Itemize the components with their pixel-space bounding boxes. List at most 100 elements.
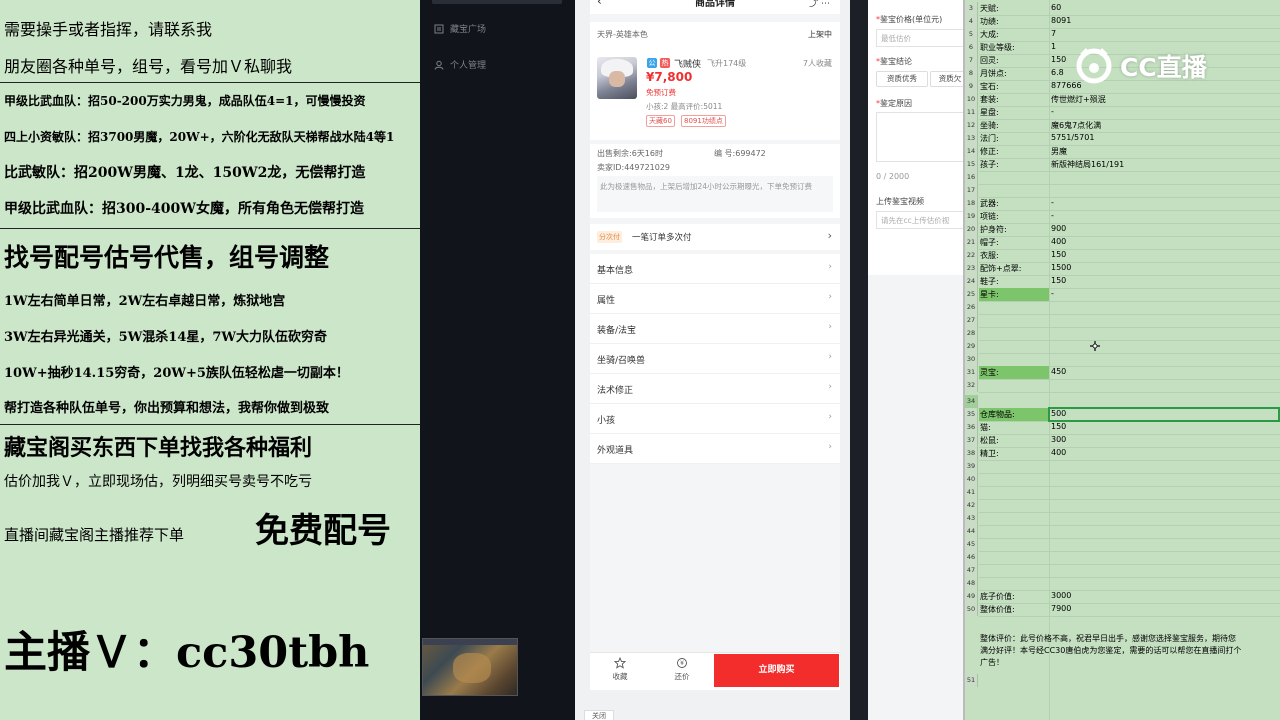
close-button[interactable]: 关闭 xyxy=(584,710,614,720)
row-number[interactable]: 43 xyxy=(965,512,978,525)
cell-label[interactable]: 猫: xyxy=(980,422,991,433)
row-number[interactable]: 17 xyxy=(965,184,978,197)
cell-label[interactable]: 松鼠: xyxy=(980,435,999,446)
row-number[interactable]: 32 xyxy=(965,379,978,392)
cell-value[interactable]: 900 xyxy=(1051,224,1066,233)
row-number[interactable]: 48 xyxy=(965,577,978,590)
row-number[interactable]: 15 xyxy=(965,158,978,171)
cell-label[interactable]: 衣服: xyxy=(980,250,999,261)
cell-label[interactable]: 法门: xyxy=(980,133,999,144)
row-number[interactable]: 23 xyxy=(965,262,978,275)
row-number[interactable]: 28 xyxy=(965,327,978,340)
cell-value[interactable]: 6.8 xyxy=(1051,68,1064,77)
bargain-button[interactable]: ¥ 还价 xyxy=(652,657,712,682)
favorite-button[interactable]: 收藏 xyxy=(590,657,650,682)
row-number[interactable]: 8 xyxy=(965,67,978,80)
row-number[interactable]: 20 xyxy=(965,223,978,236)
installment-row[interactable]: 分次付 一笔订单多次付 › xyxy=(590,224,840,250)
row-number[interactable]: 31 xyxy=(965,366,978,379)
row-number[interactable]: 14 xyxy=(965,145,978,158)
cell-value[interactable]: 5751/5701 xyxy=(1051,133,1094,142)
share-icon[interactable]: ⤴ ⋯ xyxy=(809,0,830,9)
row-number[interactable]: 7 xyxy=(965,54,978,67)
cell-value[interactable]: 150 xyxy=(1051,55,1066,64)
game-thumbnail[interactable] xyxy=(422,638,518,696)
cell-value[interactable]: 450 xyxy=(1051,367,1066,376)
row-number[interactable]: 46 xyxy=(965,551,978,564)
cell-label[interactable]: 宝石: xyxy=(980,81,999,92)
cell-value[interactable]: 150 xyxy=(1051,250,1066,259)
cell-label[interactable]: 精卫: xyxy=(980,448,999,459)
cell-label[interactable]: 套装: xyxy=(980,94,999,105)
cell-label[interactable]: 月饼点: xyxy=(980,68,1007,79)
cell-label[interactable]: 武器: xyxy=(980,198,999,209)
row-number[interactable]: 30 xyxy=(965,353,978,366)
cell-label[interactable]: 星盘: xyxy=(980,107,999,118)
cell-label[interactable]: 坐骑: xyxy=(980,120,999,131)
menu-equipment[interactable]: 装备/法宝 › xyxy=(590,314,840,344)
cell-label[interactable]: 星卡: xyxy=(980,289,999,300)
cell-label[interactable]: 修正: xyxy=(980,146,999,157)
row-number[interactable]: 45 xyxy=(965,538,978,551)
cell-value[interactable]: 150 xyxy=(1051,276,1066,285)
row-number[interactable]: 27 xyxy=(965,314,978,327)
row-number[interactable]: 5 xyxy=(965,28,978,41)
row-number[interactable]: 19 xyxy=(965,210,978,223)
row-number[interactable]: 18 xyxy=(965,197,978,210)
cell-label[interactable]: 整体价值: xyxy=(980,604,1015,615)
cell-label[interactable]: 回灵: xyxy=(980,55,999,66)
cell-value[interactable]: 3000 xyxy=(1051,591,1071,600)
cell-value[interactable]: 8091 xyxy=(1051,16,1071,25)
buy-now-button[interactable]: 立即购买 xyxy=(714,654,839,687)
sidebar-item-treasure-square[interactable]: 藏宝广场 xyxy=(434,22,486,35)
row-number[interactable]: 34 xyxy=(965,395,978,408)
row-number[interactable]: 39 xyxy=(965,460,978,473)
row-number[interactable]: 3 xyxy=(965,2,978,15)
cell-value[interactable]: 魔6鬼7点化满 xyxy=(1051,120,1101,131)
price-input[interactable]: 最低估价 xyxy=(876,29,963,47)
row-number[interactable]: 42 xyxy=(965,499,978,512)
cell-value[interactable]: 男魔 xyxy=(1051,146,1067,157)
row-number[interactable]: 40 xyxy=(965,473,978,486)
video-input[interactable]: 请先在cc上传估价视 xyxy=(876,211,963,229)
row-number[interactable]: 41 xyxy=(965,486,978,499)
cell-value[interactable]: 400 xyxy=(1051,448,1066,457)
row-number[interactable]: 35 xyxy=(965,408,978,421)
row-number[interactable]: 21 xyxy=(965,236,978,249)
row-number[interactable]: 36 xyxy=(965,421,978,434)
row-number[interactable]: 12 xyxy=(965,119,978,132)
cell-value[interactable]: - xyxy=(1051,289,1054,298)
menu-attributes[interactable]: 属性 › xyxy=(590,284,840,314)
row-number[interactable]: 10 xyxy=(965,93,978,106)
role-avatar[interactable] xyxy=(597,57,637,99)
row-number[interactable]: 16 xyxy=(965,171,978,184)
row-number[interactable]: 13 xyxy=(965,132,978,145)
cell-label[interactable]: 大成: xyxy=(980,29,999,40)
sidebar-item-personal[interactable]: 个人管理 xyxy=(434,58,486,71)
row-number[interactable]: 37 xyxy=(965,434,978,447)
cell-value[interactable]: 300 xyxy=(1051,435,1066,444)
cell-value[interactable]: 新版神结局161/191 xyxy=(1051,159,1124,170)
cell-label[interactable]: 护身符: xyxy=(980,224,1007,235)
cell-label[interactable]: 仓库物品: xyxy=(980,409,1015,420)
menu-appearance[interactable]: 外观道具 › xyxy=(590,434,840,464)
cell-label[interactable]: 帽子: xyxy=(980,237,999,248)
cell-label[interactable]: 孩子: xyxy=(980,159,999,170)
cell-label[interactable]: 配饰+点翠: xyxy=(980,263,1021,274)
cell-value[interactable]: 400 xyxy=(1051,237,1066,246)
menu-mounts[interactable]: 坐骑/召唤兽 › xyxy=(590,344,840,374)
cell-label[interactable]: 底子价值: xyxy=(980,591,1015,602)
cell-label[interactable]: 项链: xyxy=(980,211,999,222)
cell-label[interactable]: 灵宝: xyxy=(980,367,999,378)
cell-value[interactable]: 7900 xyxy=(1051,604,1071,613)
cell-value[interactable]: - xyxy=(1051,107,1054,116)
cell-value[interactable]: 1500 xyxy=(1051,263,1071,272)
cell-label[interactable]: 天赋: xyxy=(980,3,999,14)
row-number[interactable]: 22 xyxy=(965,249,978,262)
cell-value[interactable]: 1 xyxy=(1051,42,1056,51)
row-number[interactable]: 4 xyxy=(965,15,978,28)
cell-value[interactable]: - xyxy=(1051,211,1054,220)
menu-kids[interactable]: 小孩 › xyxy=(590,404,840,434)
row-number[interactable]: 25 xyxy=(965,288,978,301)
row-number[interactable]: 49 xyxy=(965,590,978,603)
